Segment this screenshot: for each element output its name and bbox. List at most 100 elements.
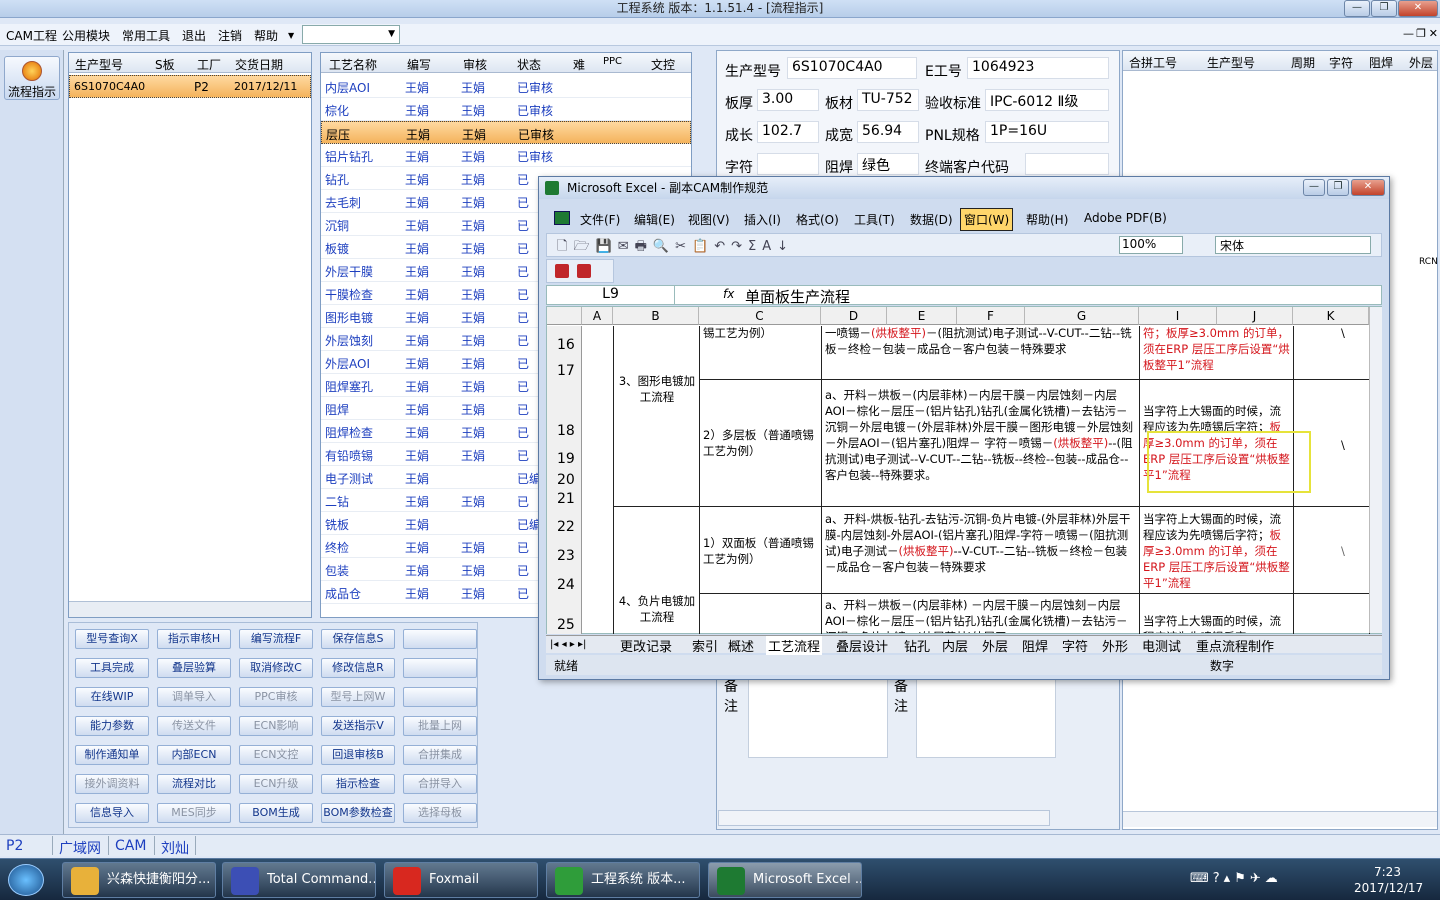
tab-stackup[interactable]: 叠层设计 [836,636,888,655]
action-button-5-0[interactable]: 接外调资料 [75,774,149,794]
row-num-20[interactable]: 20 [557,472,575,488]
action-button-2-4[interactable] [403,687,477,707]
action-button-2-2[interactable]: PPC审核 [239,687,313,707]
row-num-21[interactable]: 21 [557,491,575,507]
tab-mask[interactable]: 阻焊 [1022,636,1048,655]
action-button-6-4[interactable]: 选择母板 [403,803,477,823]
corner-cell[interactable] [547,307,582,325]
font-combo[interactable]: 宋体 [1215,236,1371,254]
table-row[interactable]: 棕化 王娟 王娟 已审核 [321,98,691,121]
action-button-4-2[interactable]: ECN文控 [239,745,313,765]
tab-process-flow[interactable]: 工艺流程 [766,636,823,655]
action-button-1-1[interactable]: 叠层验算 [157,658,231,678]
tab-overview[interactable]: 概述 [728,636,754,655]
excel-menu-format[interactable]: 格式(O) [796,211,839,228]
col-header-d[interactable]: D [821,307,887,325]
taskbar-item-hsk[interactable]: 兴森快捷衡阳分... [62,862,216,898]
action-button-3-4[interactable]: 批量上网 [403,716,477,736]
col-header-c[interactable]: C [699,307,821,325]
menu-cam[interactable]: CAM工程 [6,27,57,44]
cell-d22[interactable]: a、开料-烘板-钻孔-去钻污-沉铜-负片电镀-(外层菲林)外层干膜-内层蚀刻-外… [825,511,1137,591]
excel-menu-help[interactable]: 帮助(H) [1026,211,1068,228]
col-s-board[interactable]: S板 [155,56,175,73]
row-num-22[interactable]: 22 [557,519,575,535]
action-button-4-4[interactable]: 合拼集成 [403,745,477,765]
clock-date[interactable]: 2017/12/17 [1354,881,1423,895]
col-difficulty[interactable]: 难 [573,56,585,73]
col-doc-control[interactable]: 文控 [651,56,675,73]
col-model[interactable]: 生产型号 [75,56,123,73]
cell-k22[interactable]: \ [1341,543,1351,559]
col-merge-model[interactable]: 生产型号 [1207,54,1255,71]
table-row[interactable]: 铝片钻孔 王娟 王娟 已审核 [321,144,691,167]
menu-help[interactable]: 帮助 [254,27,278,44]
action-button-6-2[interactable]: BOM生成 [239,803,313,823]
excel-menu-view[interactable]: 视图(V) [688,211,730,228]
action-button-2-3[interactable]: 型号上网W [321,687,395,707]
col-outer[interactable]: 外层 [1409,54,1433,71]
row-num-24[interactable]: 24 [557,577,575,593]
cell-d16[interactable]: 一喷锡－(烘板整平)－(阻抗测试)电子测试--V-CUT--二钻--铣板－终检－… [825,325,1137,377]
minimize-icon[interactable]: — [1344,0,1370,17]
horizontal-scrollbar[interactable] [69,601,311,617]
taskbar-item-totalcmd[interactable]: Total Command... [222,862,376,898]
excel-menu-data[interactable]: 数据(D) [910,211,953,228]
tab-nav-icons[interactable]: |◂ ◂ ▸ ▸| [550,639,586,650]
tab-key-flow[interactable]: 重点流程制作 [1196,636,1274,655]
action-button-0-1[interactable]: 指示审核H [157,629,231,649]
cell-d18[interactable]: a、开料－烘板－(内层菲林)－内层干膜－内层蚀刻－内层AOI－棕化－层压－(铝片… [825,387,1137,503]
row-num-16[interactable]: 16 [557,337,575,353]
action-button-6-1[interactable]: MES同步 [157,803,231,823]
row-num-25[interactable]: 25 [557,617,575,633]
action-button-0-2[interactable]: 编写流程F [239,629,313,649]
menu-tools[interactable]: 常用工具 [122,27,170,44]
excel-menu-file[interactable]: 文件(F) [580,211,620,228]
action-button-3-2[interactable]: ECN影响 [239,716,313,736]
action-button-2-0[interactable]: 在线WIP [75,687,149,707]
cell-k16[interactable]: \ [1341,325,1351,341]
row-num-18[interactable]: 18 [557,423,575,439]
tab-etest[interactable]: 电测试 [1142,636,1181,655]
action-button-0-4[interactable] [403,629,477,649]
cell-c22[interactable]: 1）双面板（普通喷锡工艺为例） [703,535,819,567]
col-ppc[interactable]: PPC [603,56,622,67]
col-header-a[interactable]: A [582,307,613,325]
tab-inner[interactable]: 内层 [942,636,968,655]
name-box[interactable]: L9 [547,286,675,304]
excel-menu-window[interactable]: 窗口(W) [960,208,1014,231]
taskbar-item-foxmail[interactable]: Foxmail [384,862,538,898]
worksheet-grid[interactable]: A B C D E F G I J K 16 17 18 19 20 21 22… [546,306,1382,634]
col-reviewer[interactable]: 审核 [463,56,487,73]
vertical-scrollbar[interactable] [1369,307,1382,633]
action-button-3-1[interactable]: 传送文件 [157,716,231,736]
lower-hscrollbar[interactable] [718,810,1050,826]
action-button-2-1[interactable]: 调单导入 [157,687,231,707]
cell-i22[interactable]: 当字符上大锡面的时候，流程应该为先喷锡后字符；板厚≥3.0mm 的订单，须在ER… [1143,511,1291,591]
col-header-g[interactable]: G [1025,307,1139,325]
col-process[interactable]: 工艺名称 [329,56,377,73]
table-row[interactable]: 6S1070C4A0 P2 2017/12/11 [69,75,311,98]
action-button-6-0[interactable]: 信息导入 [75,803,149,823]
table-row[interactable]: 内层AOI 王娟 王娟 已审核 [321,75,691,98]
toolbar-icons[interactable]: 🗋🗁💾✉🖶🔍✂📋↶↷ΣA↓ [557,237,794,259]
action-button-1-3[interactable]: 修改信息R [321,658,395,678]
excel-restore-icon[interactable]: ❐ [1327,179,1349,196]
action-button-3-3[interactable]: 发送指示V [321,716,395,736]
close-icon[interactable]: ✕ [1398,0,1438,17]
action-button-4-0[interactable]: 制作通知单 [75,745,149,765]
action-button-5-1[interactable]: 流程对比 [157,774,231,794]
notes-box-1[interactable] [748,678,888,758]
pdf-icon[interactable] [555,264,569,278]
row-num-19[interactable]: 19 [557,451,575,467]
taskbar-item-engsys[interactable]: 工程系统 版本... [546,862,700,898]
toolbar-combo[interactable]: ▼ [302,25,400,44]
row-num-17[interactable]: 17 [557,363,575,379]
mdi-min-icon[interactable]: — [1403,27,1414,40]
action-button-6-3[interactable]: BOM参数检查 [321,803,395,823]
cell-c18[interactable]: 2）多层板（普通喷锡工艺为例） [703,427,819,459]
cell-d25[interactable]: a、开料－烘板－(内层菲林) －内层干膜－内层蚀刻－内层AOI－棕化－层压－(铝… [825,597,1137,633]
col-delivery-date[interactable]: 交货日期 [235,56,283,73]
col-header-j[interactable]: J [1217,307,1293,325]
excel-menu-tools[interactable]: 工具(T) [854,211,895,228]
col-merge-no[interactable]: 合拼工号 [1129,54,1177,71]
